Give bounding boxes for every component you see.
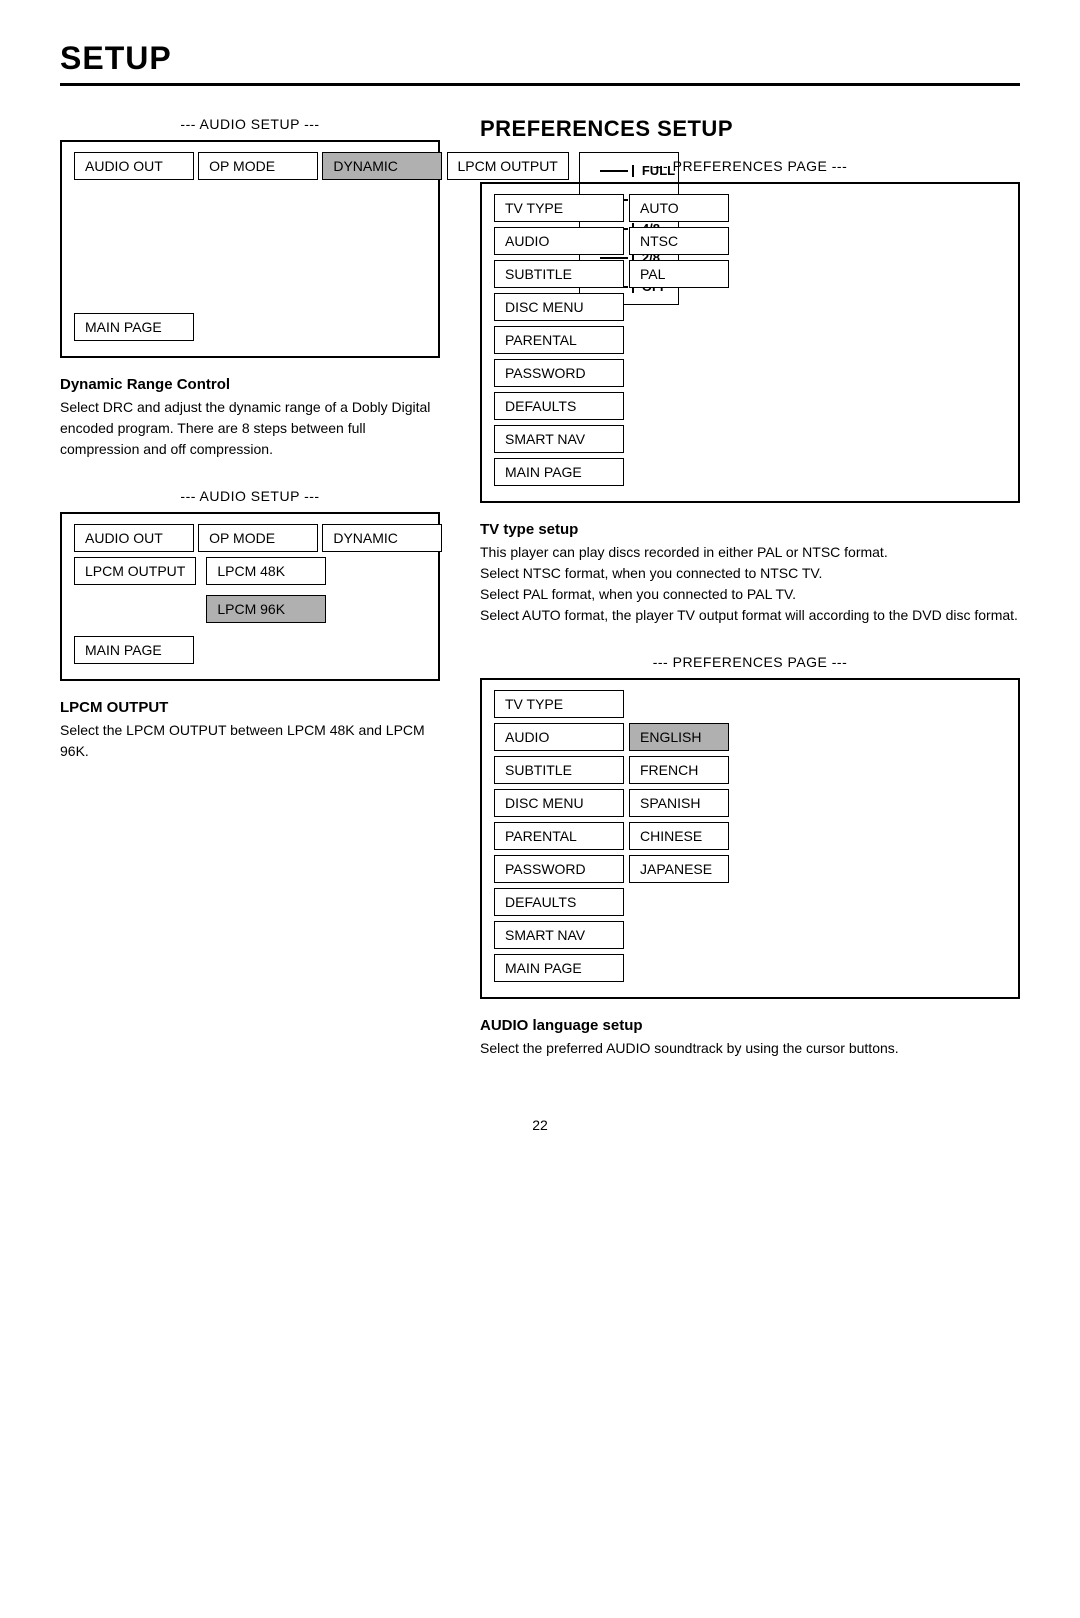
op-mode-item-2[interactable]: OP MODE — [198, 524, 318, 552]
audio-panel-2: AUDIO OUT OP MODE DYNAMIC LPCM OUTPUT LP… — [60, 512, 440, 681]
dynamic-item-2[interactable]: DYNAMIC — [322, 524, 442, 552]
subtitle-value-1[interactable]: PAL — [629, 260, 729, 288]
tv-type-text: This player can play discs recorded in e… — [480, 542, 1020, 626]
subtitle-item-1[interactable]: SUBTITLE — [494, 260, 624, 288]
main-page-btn-2[interactable]: MAIN PAGE — [74, 636, 194, 664]
pref-row-audio-2: AUDIO ENGLISH — [494, 723, 1006, 751]
pref-row-parental-1: PARENTAL — [494, 326, 1006, 354]
dynamic-range-desc: Dynamic Range Control Select DRC and adj… — [60, 376, 440, 460]
audio-out-item-2[interactable]: AUDIO OUT — [74, 524, 194, 552]
page-title: SETUP — [60, 40, 1020, 86]
audio-lang-desc: AUDIO language setup Select the preferre… — [480, 1017, 1020, 1059]
tv-type-value-1[interactable]: AUTO — [629, 194, 729, 222]
pref-row-parental-2: PARENTAL CHINESE — [494, 822, 1006, 850]
audio-value-1[interactable]: NTSC — [629, 227, 729, 255]
dynamic-range-title: Dynamic Range Control — [60, 376, 440, 393]
pref-row-tvtype-1: TV TYPE AUTO — [494, 194, 1006, 222]
password-item-2[interactable]: PASSWORD — [494, 855, 624, 883]
audio-out-item-1[interactable]: AUDIO OUT — [74, 152, 194, 180]
smart-nav-item-1[interactable]: SMART NAV — [494, 425, 624, 453]
pref-row-subtitle-2: SUBTITLE FRENCH — [494, 756, 1006, 784]
tv-type-desc: TV type setup This player can play discs… — [480, 521, 1020, 626]
defaults-item-1[interactable]: DEFAULTS — [494, 392, 624, 420]
dynamic-range-text: Select DRC and adjust the dynamic range … — [60, 397, 440, 460]
disc-menu-spanish-item[interactable]: SPANISH — [629, 789, 729, 817]
parental-chinese-item[interactable]: CHINESE — [629, 822, 729, 850]
lpcm-title: LPCM OUTPUT — [60, 699, 440, 716]
pref-row-password-2: PASSWORD JAPANESE — [494, 855, 1006, 883]
pref-row-audio-1: AUDIO NTSC — [494, 227, 1006, 255]
prefs-label-1: --- PREFERENCES PAGE --- — [480, 158, 1020, 174]
defaults-item-2[interactable]: DEFAULTS — [494, 888, 624, 916]
audio-item-1[interactable]: AUDIO — [494, 227, 624, 255]
audio-lang-text: Select the preferred AUDIO soundtrack by… — [480, 1038, 1020, 1059]
op-mode-item-1[interactable]: OP MODE — [198, 152, 318, 180]
right-column: PREFERENCES SETUP --- PREFERENCES PAGE -… — [480, 116, 1020, 1087]
pref-row-smartnav-2: SMART NAV — [494, 921, 1006, 949]
audio-lang-title: AUDIO language setup — [480, 1017, 1020, 1034]
smart-nav-item-2[interactable]: SMART NAV — [494, 921, 624, 949]
left-column: --- AUDIO SETUP --- AUDIO OUT OP MODE DY… — [60, 116, 440, 1087]
lpcm-output-item-2[interactable]: LPCM OUTPUT — [74, 557, 196, 585]
pref-row-mainpage-2: MAIN PAGE — [494, 954, 1006, 982]
main-page-btn-1[interactable]: MAIN PAGE — [74, 313, 194, 341]
tv-type-item-2[interactable]: TV TYPE — [494, 690, 624, 718]
pref-row-tvtype-2: TV TYPE — [494, 690, 1006, 718]
main-page-pref-1[interactable]: MAIN PAGE — [494, 458, 624, 486]
lpcm-48k-btn[interactable]: LPCM 48K — [206, 557, 326, 585]
audio-panel-1: AUDIO OUT OP MODE DYNAMIC LPCM OUTPUT FU… — [60, 140, 440, 358]
audio-setup-label-2: --- AUDIO SETUP --- — [60, 488, 440, 504]
audio-menu-2: AUDIO OUT OP MODE DYNAMIC LPCM OUTPUT LP… — [74, 524, 442, 628]
prefs-label-2: --- PREFERENCES PAGE --- — [480, 654, 1020, 670]
lpcm-options: LPCM 48K LPCM 96K — [206, 557, 326, 628]
prefs-panel-2: TV TYPE AUDIO ENGLISH SUBTITLE FRENCH DI… — [480, 678, 1020, 999]
audio-item-2[interactable]: AUDIO — [494, 723, 624, 751]
pref-row-subtitle-1: SUBTITLE PAL — [494, 260, 1006, 288]
pref-row-smartnav-1: SMART NAV — [494, 425, 1006, 453]
pref-row-discmenu-2: DISC MENU SPANISH — [494, 789, 1006, 817]
lpcm-96k-btn[interactable]: LPCM 96K — [206, 595, 326, 623]
password-japanese-item[interactable]: JAPANESE — [629, 855, 729, 883]
lpcm-text: Select the LPCM OUTPUT between LPCM 48K … — [60, 720, 440, 762]
tv-type-item-1[interactable]: TV TYPE — [494, 194, 624, 222]
lpcm-desc: LPCM OUTPUT Select the LPCM OUTPUT betwe… — [60, 699, 440, 762]
dynamic-item-1[interactable]: DYNAMIC — [322, 152, 442, 180]
pref-row-defaults-1: DEFAULTS — [494, 392, 1006, 420]
audio-setup-label-1: --- AUDIO SETUP --- — [60, 116, 440, 132]
preferences-title: PREFERENCES SETUP — [480, 116, 1020, 142]
parental-item-1[interactable]: PARENTAL — [494, 326, 624, 354]
pref-row-discmenu-1: DISC MENU — [494, 293, 1006, 321]
pref-row-mainpage-1: MAIN PAGE — [494, 458, 1006, 486]
subtitle-item-2[interactable]: SUBTITLE — [494, 756, 624, 784]
tv-type-title: TV type setup — [480, 521, 1020, 538]
prefs-panel-1: TV TYPE AUTO AUDIO NTSC SUBTITLE PAL DIS… — [480, 182, 1020, 503]
password-item-1[interactable]: PASSWORD — [494, 359, 624, 387]
subtitle-french-item[interactable]: FRENCH — [629, 756, 729, 784]
pref-row-defaults-2: DEFAULTS — [494, 888, 1006, 916]
disc-menu-item-2[interactable]: DISC MENU — [494, 789, 624, 817]
audio-english-item[interactable]: ENGLISH — [629, 723, 729, 751]
pref-row-password-1: PASSWORD — [494, 359, 1006, 387]
page-number: 22 — [60, 1117, 1020, 1133]
disc-menu-item-1[interactable]: DISC MENU — [494, 293, 624, 321]
parental-item-2[interactable]: PARENTAL — [494, 822, 624, 850]
main-page-pref-2[interactable]: MAIN PAGE — [494, 954, 624, 982]
